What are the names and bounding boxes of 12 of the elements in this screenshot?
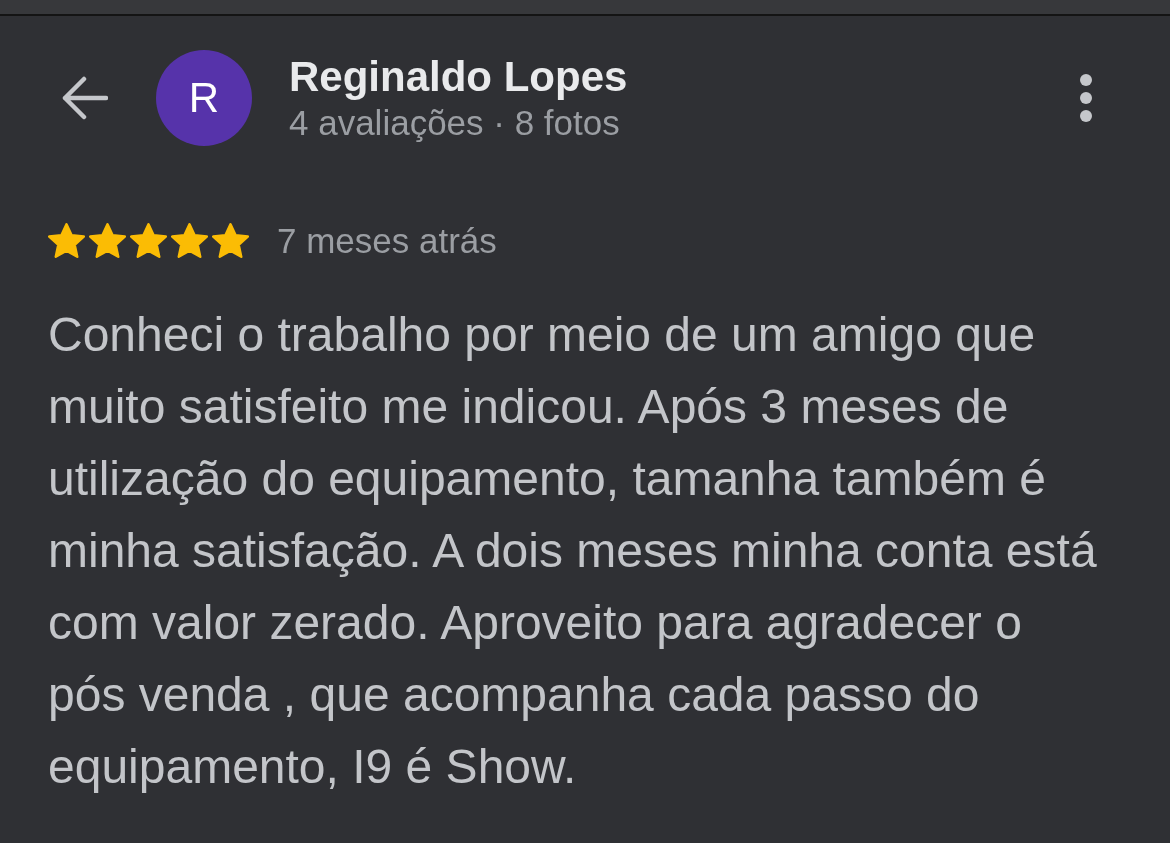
star-icon (130, 222, 167, 258)
more-options-icon (1080, 74, 1092, 122)
star-icon (212, 222, 249, 258)
back-arrow-icon (60, 76, 108, 120)
star-icon (48, 222, 85, 258)
review-time: 7 meses atrás (277, 222, 497, 258)
avatar-initial: R (188, 77, 220, 119)
reviewer-name: Reginaldo Lopes (289, 56, 628, 98)
reviewer-stats: 4 avaliações · 8 fotos (289, 105, 621, 140)
star-icon (89, 222, 126, 258)
star-icon (171, 222, 208, 258)
review-text: Conheci o trabalho por meio de um amigo que muito satisfeito me indicou. Após 3 meses de utilização do equipamento, tamanha também é minha satisfação. A dois meses minha conta está com valor zerado. Aproveito para agradecer o pós venda , que acompanha cada passo do equipamento, I9 é Show. (48, 307, 1098, 795)
